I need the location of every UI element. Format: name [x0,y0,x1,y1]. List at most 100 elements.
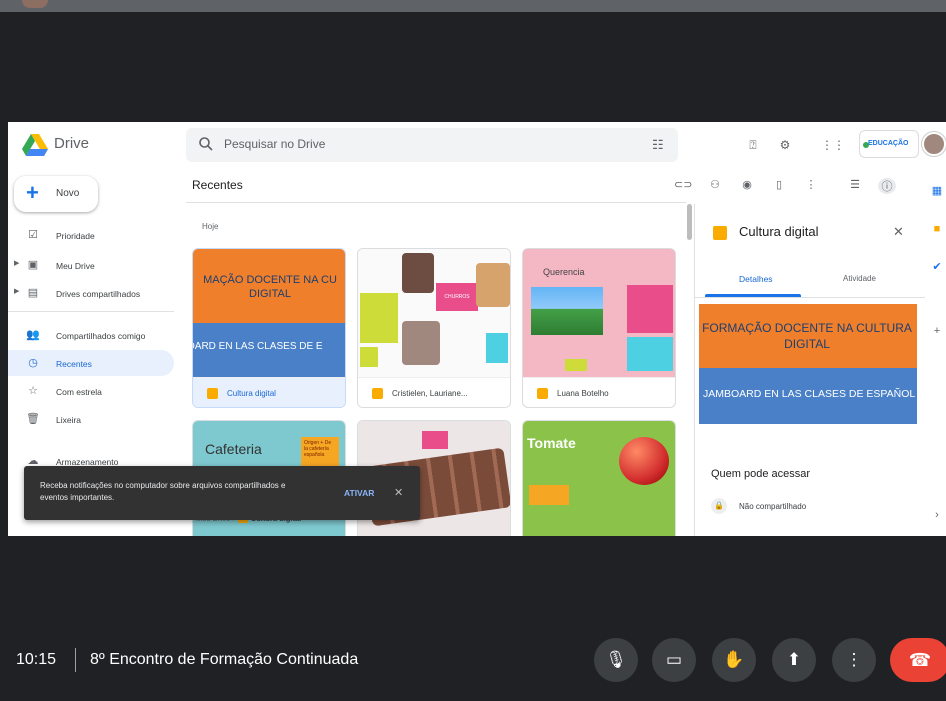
card-slide-title: Tomate [527,435,576,451]
file-card[interactable]: Tomate [522,420,676,536]
jamboard-icon [207,388,218,399]
details-panel: Cultura digital ✕ Detalhes Atividade FOR… [694,204,925,536]
camera-icon: ▭ [665,650,683,669]
card-slide-title: Cafeteria [205,441,262,457]
side-apps-rail: ▦ ■ ✔ + › [926,168,946,536]
preview-orange-band: FORMAÇÃO DOCENTE NA CULTURA DIGITAL [699,304,917,368]
sidebar-item-my-drive[interactable]: ▶ ▣ Meu Drive [8,252,174,278]
file-card-footer[interactable]: Luana Botelho [523,377,675,407]
card-slide-title: Querencia [543,267,585,277]
tab-activity[interactable]: Atividade [843,274,876,283]
drive-logo-icon[interactable] [22,134,48,156]
avatar[interactable] [922,132,946,156]
sidebar-item-priority[interactable]: ☑ Prioridade [8,222,174,248]
access-status: Não compartilhado [739,502,807,511]
more-options-button[interactable]: ⋮ [832,638,876,682]
sidebar-item-shared-with-me[interactable]: 👥 Compartilhados comigo [8,322,174,348]
search-input[interactable]: Pesquisar no Drive ☷ [186,128,678,162]
microphone-button[interactable]: 🎙 [594,638,638,682]
file-card[interactable]: CHURROS Cristielen, Lauriane... [357,248,511,408]
lock-icon: 🔒 [711,498,727,514]
organization-badge[interactable]: EDUCAÇÃO [859,130,919,158]
main-scrollbar[interactable] [687,204,692,240]
info-icon[interactable]: ⓘ [878,178,896,194]
microphone-icon: 🎙 [605,650,627,669]
add-addon-icon[interactable]: + [930,324,944,338]
search-placeholder: Pesquisar no Drive [224,137,326,151]
photo-thumbnail [476,263,510,307]
priority-icon: ☑ [28,229,38,241]
present-icon: ⬆ [786,650,802,669]
sticky-note [529,485,569,505]
details-title: Cultura digital [739,224,819,239]
file-card[interactable]: Querencia Luana Botelho [522,248,676,408]
apps-grid-icon[interactable]: ⋮⋮ [821,134,845,156]
raise-hand-button[interactable]: ✋ [712,638,756,682]
slide-blue-band: OARD EN LAS CLASES DE E [193,323,345,377]
expand-arrow-icon[interactable]: ▶ [14,287,19,295]
present-screen-button[interactable]: ⬆ [772,638,816,682]
chevron-right-icon[interactable]: › [930,508,944,522]
sticky-note [627,285,673,333]
keep-icon[interactable]: ■ [930,222,944,236]
preview-eye-icon[interactable]: ◉ [738,178,756,191]
gear-icon[interactable]: ⚙ [774,134,796,156]
file-card[interactable]: MAÇÃO DOCENTE NA CU DIGITAL OARD EN LAS C… [192,248,346,408]
plus-icon: + [26,180,39,205]
sticky-note: CHURROS [436,283,478,311]
sidebar-item-starred[interactable]: ☆ Com estrela [8,378,174,404]
sticky-note [486,333,508,363]
list-view-icon[interactable]: ☰ [846,178,864,191]
sticky-note [565,359,587,371]
more-vert-icon[interactable]: ⋮ [802,178,820,191]
sidebar-item-shared-drives[interactable]: ▶ ▤ Drives compartilhados [8,280,174,306]
sidebar-divider [8,311,174,312]
org-dot-icon [863,142,869,148]
file-card-footer[interactable]: Cultura digital [193,377,345,407]
page-title: Recentes [192,178,243,192]
jamboard-icon [713,226,727,240]
camera-strip [0,0,946,12]
expand-arrow-icon[interactable]: ▶ [14,259,19,267]
sidebar-item-trash[interactable]: 🗑 Lixeira [8,406,174,432]
camera-button[interactable]: ▭ [652,638,696,682]
trash-icon[interactable]: ▯ [770,178,788,191]
shared-drives-icon: ▤ [27,287,39,299]
close-icon[interactable]: ✕ [893,224,904,240]
access-heading: Quem pode acessar [711,468,811,480]
add-person-icon[interactable]: ⚇ [706,178,724,191]
section-label: Hoje [202,222,219,231]
app-title: Drive [54,135,90,152]
new-button[interactable]: + Novo [14,176,98,212]
meeting-title: 8º Encontro de Formação Continuada [90,651,359,668]
jamboard-icon [537,388,548,399]
sticky-note [422,431,448,449]
help-icon[interactable]: ⍰ [742,134,764,156]
close-icon[interactable]: ✕ [394,486,403,499]
tab-details[interactable]: Detalhes [739,274,773,284]
photo-thumbnail [402,253,434,293]
leave-call-button[interactable]: ☎ [890,638,946,682]
tasks-icon[interactable]: ✔ [930,260,944,274]
tomato-photo [619,437,669,485]
my-drive-icon: ▣ [27,259,39,271]
sticky-note [360,347,378,367]
preview-blue-band: JAMBOARD EN LAS CLASES DE ESPAÑOL [699,368,917,424]
search-icon [199,137,213,151]
photo-thumbnail [402,321,440,365]
search-options-icon[interactable]: ☷ [652,137,664,153]
jamboard-icon [372,388,383,399]
file-card-footer[interactable]: Cristielen, Lauriane... [358,377,510,407]
clock-icon: ◷ [28,357,38,369]
link-icon[interactable]: ⊂⊃ [674,178,692,191]
toast-message: Receba notificações no computador sobre … [40,481,286,502]
participant-thumbnail [22,0,48,8]
people-icon: 👥 [26,329,40,341]
enable-notifications-button[interactable]: ATIVAR [344,488,374,498]
calendar-icon[interactable]: ▦ [930,184,944,198]
sidebar-item-recent[interactable]: ◷ Recentes [8,350,174,376]
meeting-clock: 10:15 [16,651,57,668]
landscape-photo [531,287,603,335]
sticky-note [627,337,673,371]
meet-divider [75,648,76,672]
